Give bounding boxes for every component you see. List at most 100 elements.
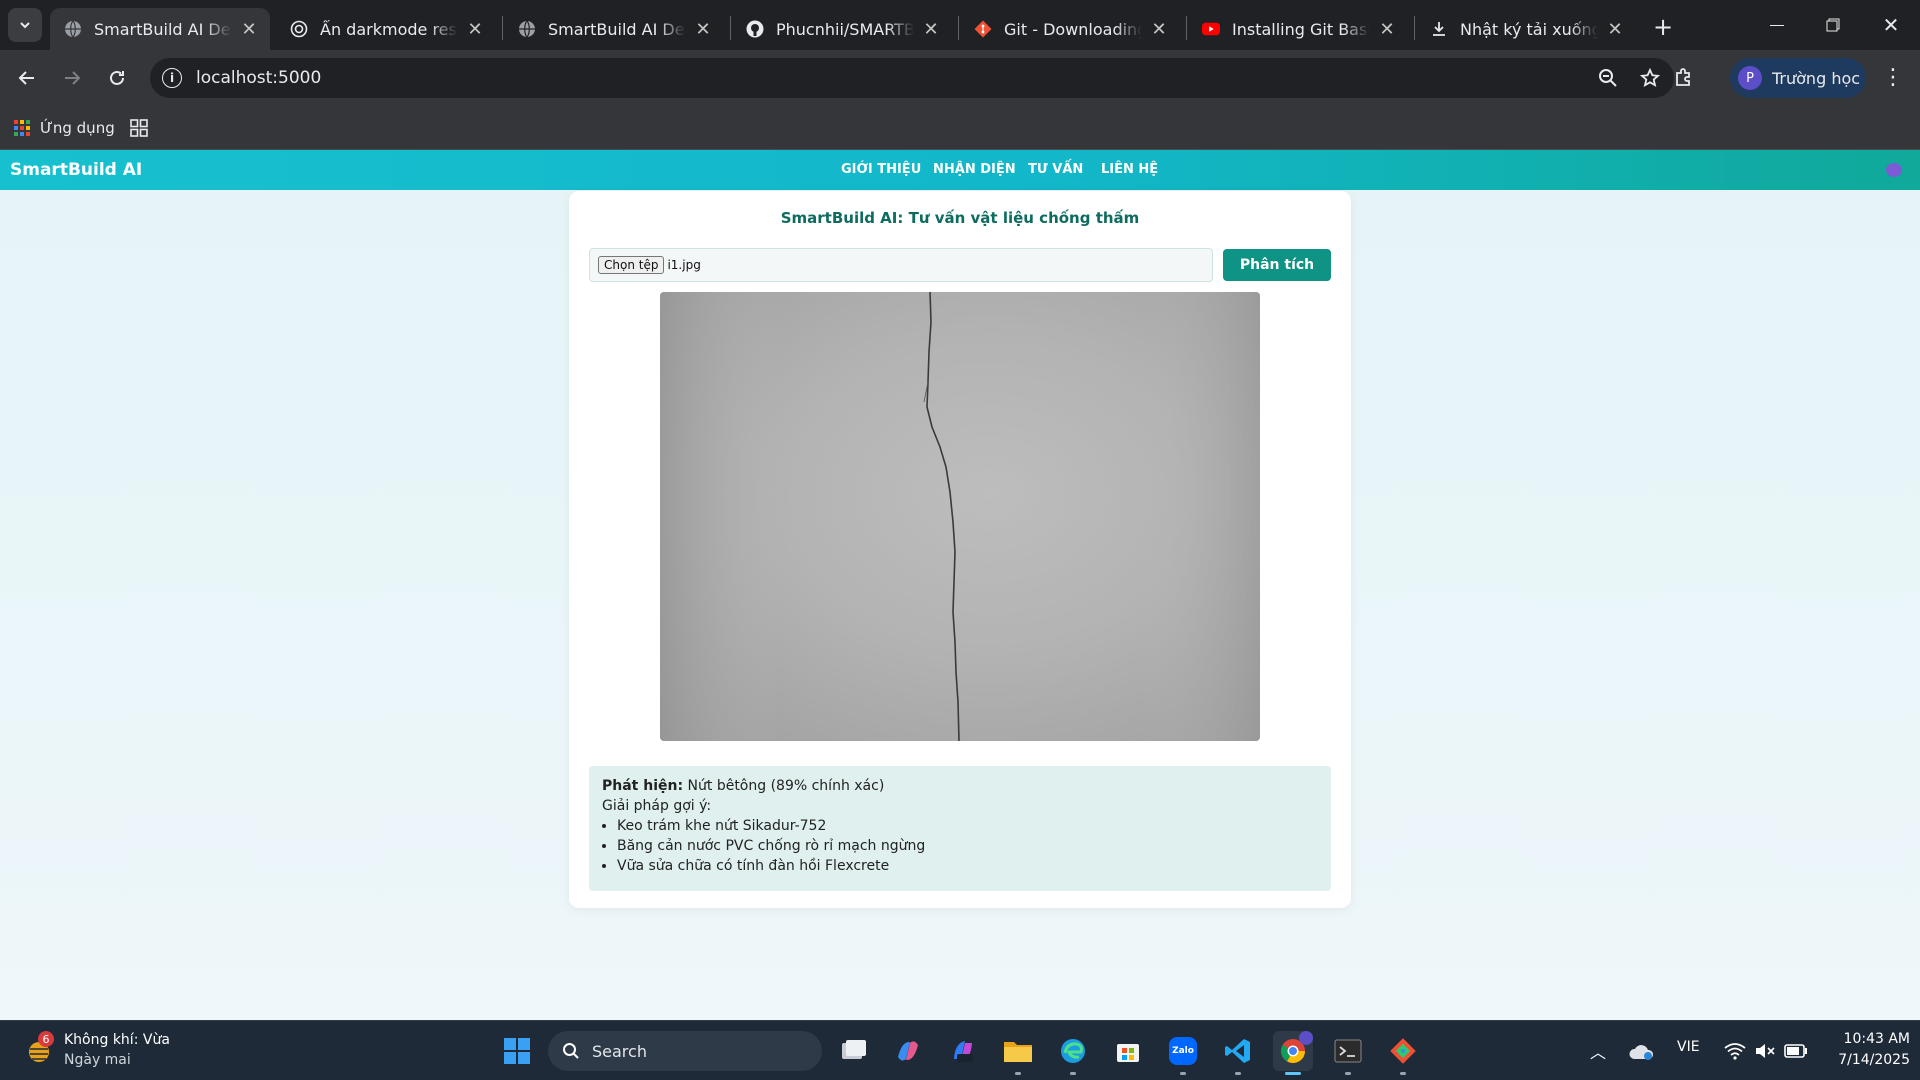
tab-groups-button[interactable]: [128, 117, 150, 139]
git-gui-button[interactable]: [1383, 1031, 1423, 1075]
tab-git-download[interactable]: Git - Downloading Pa ✕: [960, 8, 1180, 50]
card-title: SmartBuild AI: Tư vấn vật liệu chống thấ…: [780, 209, 1140, 227]
store-button[interactable]: [1108, 1031, 1148, 1071]
tab-title: SmartBuild AI Demo: [94, 19, 232, 39]
battery-icon[interactable]: [1784, 1043, 1808, 1059]
weather-subtitle: Ngày mai: [64, 1052, 131, 1068]
theme-toggle-icon[interactable]: [1886, 163, 1902, 177]
apps-shortcut[interactable]: Ứng dụng: [14, 115, 115, 141]
nav-link-gioi-thieu[interactable]: GIỚI THIỆU: [841, 162, 921, 177]
tab-search-button[interactable]: [8, 8, 42, 42]
new-tab-button[interactable]: +: [1648, 12, 1678, 42]
chevron-down-icon: [20, 22, 30, 29]
web-page: SmartBuild AI GIỚI THIỆU NHẬN DIỆN TƯ VẤ…: [0, 150, 1920, 1020]
extensions-button[interactable]: [1666, 61, 1700, 95]
start-button[interactable]: [497, 1031, 537, 1071]
restore-icon: [1826, 18, 1840, 32]
site-brand[interactable]: SmartBuild AI: [10, 160, 142, 180]
bookmarks-bar: Ứng dụng: [0, 106, 1920, 150]
grid-icon: [130, 119, 148, 137]
nav-link-tu-van[interactable]: TƯ VẤN: [1028, 162, 1083, 177]
tab-strip: SmartBuild AI Demo ✕ Ẩn darkmode respon …: [0, 0, 1920, 50]
close-icon[interactable]: ✕: [1150, 19, 1168, 40]
choose-file-button[interactable]: Chọn tệp: [598, 256, 665, 274]
close-icon[interactable]: ✕: [922, 19, 940, 40]
nav-link-lien-he[interactable]: LIÊN HỆ: [1101, 162, 1158, 177]
apps-grid-icon: [14, 120, 30, 136]
zalo-button[interactable]: Zalo: [1163, 1031, 1203, 1075]
language-indicator[interactable]: VIE: [1677, 1039, 1700, 1055]
minimize-button[interactable]: [1752, 8, 1802, 42]
site-info-icon[interactable]: i: [162, 68, 182, 88]
restore-button[interactable]: [1808, 8, 1858, 42]
address-bar[interactable]: i localhost:5000: [150, 58, 1674, 98]
tab-youtube[interactable]: Installing Git Bash on ✕: [1188, 8, 1408, 50]
close-icon[interactable]: ✕: [240, 19, 258, 40]
onedrive-icon[interactable]: [1628, 1043, 1654, 1061]
download-icon: [1430, 20, 1448, 38]
edge-button[interactable]: [1053, 1031, 1093, 1075]
close-icon[interactable]: ✕: [1378, 19, 1396, 40]
url-text[interactable]: localhost:5000: [196, 68, 321, 88]
detection-label: Phát hiện:: [602, 778, 684, 794]
task-view-icon: [842, 1040, 866, 1059]
list-item: Vữa sửa chữa có tính đàn hồi Flexcrete: [617, 856, 1318, 876]
tab-smartbuild-2[interactable]: SmartBuild AI Demo ✕: [504, 8, 724, 50]
tab-github[interactable]: Phucnhii/SMARTBUIL ✕: [732, 8, 952, 50]
folder-icon: [1004, 1042, 1032, 1062]
profile-button[interactable]: P Trường học: [1730, 58, 1866, 98]
git-icon: [974, 20, 992, 38]
windows-taskbar: 6 Không khí: Vừa Ngày mai Search Zalo ︿ …: [0, 1020, 1920, 1080]
tab-downloads[interactable]: Nhật ký tải xuống ✕: [1416, 8, 1636, 50]
vscode-button[interactable]: [1218, 1031, 1258, 1075]
file-input[interactable]: Chọn tệp i1.jpg: [589, 248, 1213, 282]
chevron-up-icon[interactable]: ︿: [1590, 1039, 1606, 1063]
zalo-icon: Zalo: [1169, 1037, 1197, 1065]
tab-title: Phucnhii/SMARTBUIL: [776, 19, 914, 39]
back-button[interactable]: [10, 61, 44, 95]
file-explorer-button[interactable]: [998, 1031, 1038, 1075]
nav-link-nhan-dien[interactable]: NHẬN DIỆN: [933, 162, 1016, 177]
chrome-button[interactable]: [1273, 1031, 1313, 1075]
terminal-button[interactable]: [1328, 1031, 1368, 1075]
globe-icon: [64, 20, 82, 38]
tab-smartbuild-1[interactable]: SmartBuild AI Demo ✕: [50, 8, 270, 50]
taskbar-search[interactable]: Search: [548, 1031, 822, 1071]
forward-button[interactable]: [55, 61, 89, 95]
star-icon[interactable]: [1640, 68, 1660, 88]
tab-title: Git - Downloading Pa: [1004, 19, 1142, 39]
weather-widget[interactable]: 6 Không khí: Vừa Ngày mai: [20, 1029, 180, 1073]
search-placeholder: Search: [592, 1041, 647, 1061]
puzzle-icon: [1676, 68, 1690, 86]
more-vert-icon: ⋮: [1882, 65, 1904, 90]
copilot-button[interactable]: [888, 1031, 928, 1071]
browser-toolbar: i localhost:5000 P Trường học ⋮: [0, 50, 1920, 106]
task-view-button[interactable]: [834, 1031, 874, 1071]
site-navbar: SmartBuild AI GIỚI THIỆU NHẬN DIỆN TƯ VẤ…: [0, 150, 1920, 190]
clock[interactable]: 10:43 AM 7/14/2025: [1810, 1029, 1910, 1071]
speaker-muted-icon[interactable]: [1754, 1042, 1776, 1060]
vscode-icon: [1225, 1039, 1250, 1063]
tab-darkmode[interactable]: Ẩn darkmode respon ✕: [276, 8, 496, 50]
wifi-icon[interactable]: [1724, 1042, 1746, 1060]
zoom-icon[interactable]: [1598, 68, 1618, 88]
reload-icon: [110, 70, 124, 85]
close-icon[interactable]: ✕: [694, 19, 712, 40]
menu-button[interactable]: ⋮: [1876, 61, 1910, 95]
close-icon[interactable]: ✕: [466, 19, 484, 40]
uploaded-image: [660, 292, 1260, 741]
chrome-profile-badge: [1299, 1031, 1313, 1045]
analyze-button[interactable]: Phân tích: [1223, 249, 1331, 281]
close-icon[interactable]: ✕: [1606, 19, 1624, 40]
youtube-icon: [1202, 20, 1220, 38]
tab-title: Installing Git Bash on: [1232, 19, 1370, 39]
clock-time: 10:43 AM: [1843, 1031, 1910, 1047]
search-icon: [563, 1043, 579, 1059]
result-box: Phát hiện: Nứt bêtông (89% chính xác) Gi…: [589, 766, 1331, 891]
arrow-right-icon: [65, 71, 81, 85]
close-window-button[interactable]: ✕: [1866, 8, 1916, 42]
reload-button[interactable]: [100, 61, 134, 95]
profile-label: Trường học: [1772, 68, 1861, 88]
m365-button[interactable]: [943, 1031, 983, 1071]
suggestion-list: Keo trám khe nứt Sikadur-752 Băng cản nư…: [617, 816, 1318, 876]
